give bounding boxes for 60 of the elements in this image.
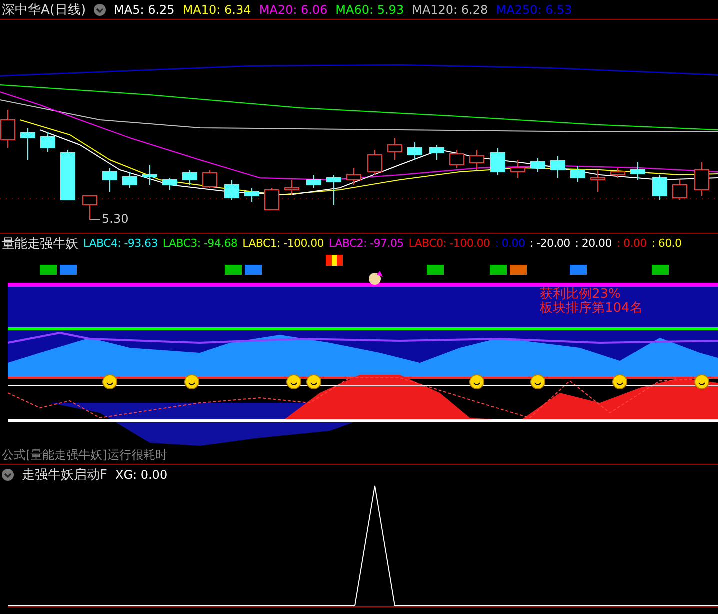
candlestick <box>510 160 526 178</box>
legend-value: LABC0: -100.00 <box>408 237 490 250</box>
legend-value: : 20.00 <box>575 237 612 250</box>
candlestick <box>244 188 260 202</box>
chart-title: 深中华A(日线) <box>2 2 86 18</box>
legend-value: : 0.00 <box>495 237 526 250</box>
candlestick <box>224 180 240 200</box>
legend-value: MA20: 6.06 <box>259 2 328 16</box>
legend-value: LABC1: -100.00 <box>242 237 324 250</box>
chart-title: 走强牛妖启动F <box>22 466 108 484</box>
candlestick <box>694 162 710 196</box>
candlestick <box>550 156 566 178</box>
candlestick <box>202 170 218 188</box>
candlestick <box>570 166 586 182</box>
stat-text: 获利比例23% <box>540 288 622 302</box>
candlestick <box>430 144 444 160</box>
legend-value: MA10: 6.34 <box>182 2 252 16</box>
candlestick <box>672 180 688 200</box>
candlestick <box>530 158 546 172</box>
candlestick <box>652 174 668 200</box>
candlestick <box>306 174 322 188</box>
price-label: 5.30 <box>102 212 129 226</box>
legend-value: LABC2: -97.05 <box>329 237 404 250</box>
candlestick <box>408 142 422 160</box>
candlestick <box>450 150 464 168</box>
collapse-icon[interactable] <box>94 4 106 16</box>
legend-value: : 60.0 <box>652 237 682 250</box>
legend-value: MA60: 5.93 <box>336 2 404 16</box>
legend-value: XG: 0.00 <box>115 468 168 482</box>
candlestick <box>610 168 626 178</box>
candlestick <box>162 178 178 190</box>
candlestick <box>102 168 118 192</box>
legend-value: MA120: 6.28 <box>412 2 488 16</box>
candlestick <box>20 128 36 160</box>
candlestick <box>264 188 280 210</box>
candlestick <box>368 150 382 176</box>
candlestick <box>40 132 56 152</box>
legend-value: LABC4: -93.63 <box>83 237 158 250</box>
legend-value: MA250: 6.53 <box>496 2 572 16</box>
candlestick <box>630 162 646 180</box>
legend-value: : 0.00 <box>616 237 647 250</box>
candlestick <box>346 168 362 186</box>
collapse-icon[interactable] <box>2 468 14 480</box>
candlestick <box>470 150 484 170</box>
candlestick <box>284 180 300 196</box>
stat-text: 板块排序第104名 <box>540 302 643 316</box>
legend-value: LABC3: -94.68 <box>162 237 238 250</box>
status-text: 公式[量能走强牛妖]运行很耗时 <box>1 447 168 464</box>
candlestick <box>590 170 606 192</box>
candlestick <box>122 172 138 188</box>
candlestick <box>182 170 198 186</box>
candlestick <box>326 174 342 206</box>
legend-value: : -20.00 <box>530 237 570 250</box>
legend-value: MA5: 6.25 <box>114 2 175 16</box>
candlestick <box>142 164 158 186</box>
candlestick <box>388 138 402 160</box>
candlestick <box>60 150 76 200</box>
candlestick <box>82 196 98 220</box>
chart-title: 量能走强牛妖 <box>2 236 78 252</box>
candlestick <box>490 148 506 176</box>
